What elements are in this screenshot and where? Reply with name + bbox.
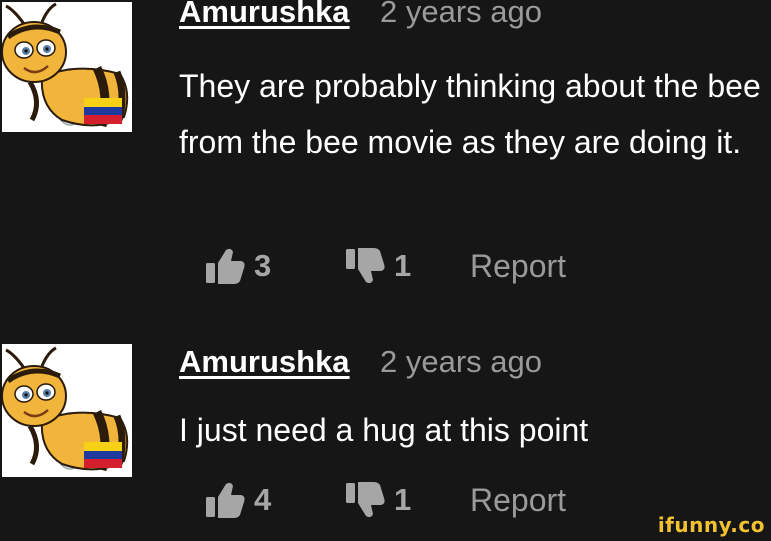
comment-username[interactable]: Amurushka	[179, 0, 350, 30]
ifunny-watermark: ifunny.co	[657, 513, 765, 537]
comment-actions: 3 1 Report	[204, 244, 566, 288]
thumbs-up-icon	[204, 246, 246, 286]
avatar[interactable]	[2, 344, 132, 477]
thumbs-down-icon	[344, 480, 386, 520]
bee-avatar-icon	[2, 2, 132, 132]
comment: Amurushka 2 years ago I just need a hug …	[0, 342, 771, 522]
comment-text: I just need a hug at this point	[179, 412, 589, 448]
like-button[interactable]: 4	[204, 480, 344, 520]
like-count: 3	[254, 248, 272, 283]
dislike-count: 1	[394, 248, 412, 283]
dislike-button[interactable]: 1	[344, 480, 470, 520]
bee-avatar-icon	[2, 344, 132, 477]
comment-username[interactable]: Amurushka	[179, 344, 350, 380]
dislike-count: 1	[394, 482, 412, 517]
comment-actions: 4 1 Report	[204, 478, 566, 522]
dislike-button[interactable]: 1	[344, 246, 470, 286]
comment-timestamp: 2 years ago	[380, 344, 542, 379]
thumbs-up-icon	[204, 480, 246, 520]
like-button[interactable]: 3	[204, 246, 344, 286]
like-count: 4	[254, 482, 272, 517]
report-button[interactable]: Report	[470, 248, 566, 285]
comment: Amurushka 2 years ago They are probably …	[0, 0, 771, 320]
thumbs-down-icon	[344, 246, 386, 286]
report-button[interactable]: Report	[470, 482, 566, 519]
avatar[interactable]	[2, 2, 132, 132]
comment-text: They are probably thinking about the bee…	[179, 68, 761, 160]
comment-timestamp: 2 years ago	[380, 0, 542, 29]
